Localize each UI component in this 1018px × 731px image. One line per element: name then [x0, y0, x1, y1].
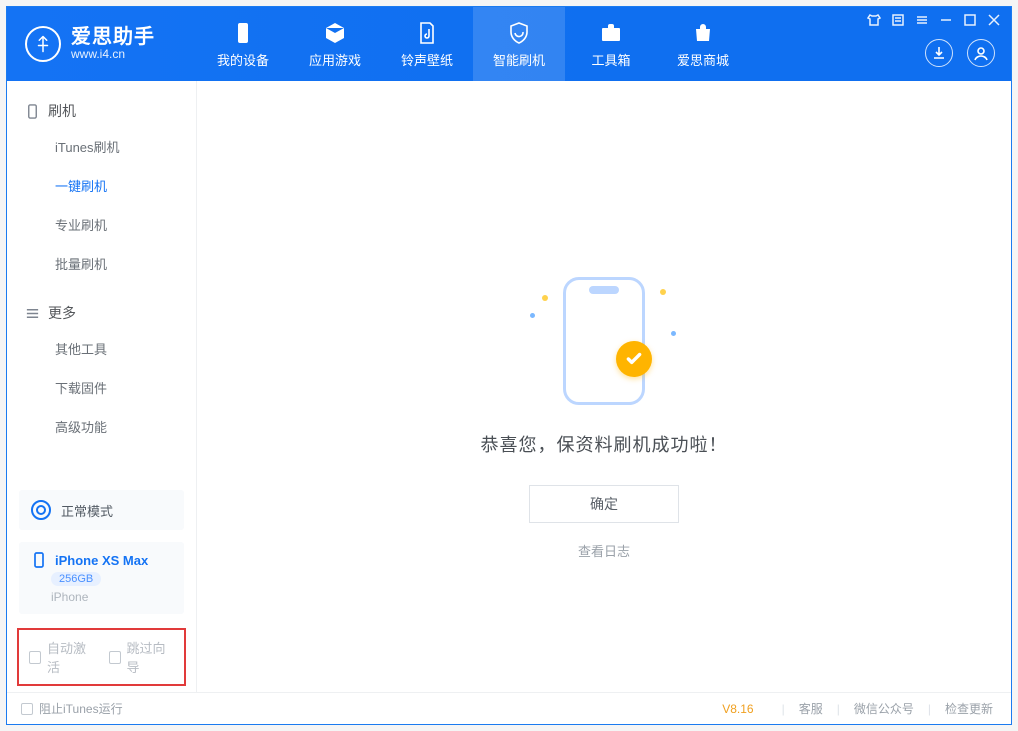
- logo-icon: [25, 26, 61, 62]
- sidebar-item-pro-flash[interactable]: 专业刷机: [7, 205, 196, 244]
- sidebar-section-more: 更多 其他工具 下载固件 高级功能: [7, 283, 196, 446]
- wechat-link[interactable]: 微信公众号: [850, 700, 918, 717]
- auto-activate-checkbox[interactable]: 自动激活: [29, 638, 95, 676]
- tab-label: 工具箱: [591, 50, 630, 69]
- download-button[interactable]: [925, 39, 953, 67]
- menu-icon[interactable]: [915, 13, 929, 27]
- checkbox-label: 跳过向导: [127, 638, 174, 676]
- sidebar-item-batch-flash[interactable]: 批量刷机: [7, 244, 196, 283]
- check-update-link[interactable]: 检查更新: [941, 700, 997, 717]
- device-icon: [25, 104, 40, 119]
- tab-store[interactable]: 爱思商城: [657, 7, 749, 81]
- skip-guide-input[interactable]: [109, 651, 121, 664]
- header-actions: [925, 39, 1001, 67]
- sidebar-head-label: 更多: [48, 303, 76, 323]
- block-itunes-input[interactable]: [21, 703, 33, 715]
- header-right: [867, 7, 1011, 81]
- sidebar-item-advanced[interactable]: 高级功能: [7, 407, 196, 446]
- success-message: 恭喜您，保资料刷机成功啦！: [481, 431, 728, 457]
- phone-icon: [230, 20, 256, 46]
- nav-tabs: 我的设备 应用游戏 铃声壁纸 智能刷机 工具箱 爱思商城: [197, 7, 749, 81]
- app-name: 爱思助手: [71, 26, 155, 48]
- device-capacity: 256GB: [51, 572, 101, 586]
- tab-label: 铃声壁纸: [401, 50, 453, 69]
- phone-small-icon: [31, 552, 47, 568]
- cube-icon: [322, 20, 348, 46]
- app-window: 爱思助手 www.i4.cn 我的设备 应用游戏 铃声壁纸 智能刷机: [6, 6, 1012, 725]
- sidebar-head-label: 刷机: [48, 101, 76, 121]
- list-icon: [25, 306, 40, 321]
- minimize-button[interactable]: [939, 13, 953, 27]
- sidebar-section-flash: 刷机 iTunes刷机 一键刷机 专业刷机 批量刷机: [7, 81, 196, 283]
- checkbox-label: 阻止iTunes运行: [39, 700, 123, 717]
- logo-text: 爱思助手 www.i4.cn: [71, 26, 155, 61]
- tab-label: 应用游戏: [309, 50, 361, 69]
- bag-icon: [690, 20, 716, 46]
- confirm-button[interactable]: 确定: [529, 485, 679, 523]
- shirt-icon[interactable]: [867, 13, 881, 27]
- sidebar: 刷机 iTunes刷机 一键刷机 专业刷机 批量刷机 更多 其他工具 下载固件: [7, 81, 197, 692]
- tab-label: 我的设备: [217, 50, 269, 69]
- window-controls: [867, 13, 1001, 27]
- sidebar-item-itunes-flash[interactable]: iTunes刷机: [7, 127, 196, 166]
- account-button[interactable]: [967, 39, 995, 67]
- mode-icon: [31, 500, 51, 520]
- app-url: www.i4.cn: [71, 48, 155, 61]
- view-log-link[interactable]: 查看日志: [578, 541, 630, 560]
- tab-label: 智能刷机: [493, 50, 545, 69]
- main-pane: 恭喜您，保资料刷机成功啦！ 确定 查看日志: [197, 81, 1011, 692]
- tab-smart-flash[interactable]: 智能刷机: [473, 7, 565, 81]
- checkbox-label: 自动激活: [47, 638, 94, 676]
- options-highlight: 自动激活 跳过向导: [17, 628, 186, 686]
- status-bar: 阻止iTunes运行 V8.16 | 客服 | 微信公众号 | 检查更新: [7, 692, 1011, 724]
- shield-refresh-icon: [506, 20, 532, 46]
- logo-block: 爱思助手 www.i4.cn: [7, 7, 197, 81]
- body: 刷机 iTunes刷机 一键刷机 专业刷机 批量刷机 更多 其他工具 下载固件: [7, 81, 1011, 692]
- block-itunes-checkbox[interactable]: 阻止iTunes运行: [21, 700, 123, 717]
- tab-apps[interactable]: 应用游戏: [289, 7, 381, 81]
- tab-media[interactable]: 铃声壁纸: [381, 7, 473, 81]
- version-label: V8.16: [722, 702, 753, 716]
- briefcase-icon: [598, 20, 624, 46]
- sidebar-head-more: 更多: [7, 303, 196, 329]
- music-file-icon: [414, 20, 440, 46]
- check-icon: [616, 341, 652, 377]
- maximize-button[interactable]: [963, 13, 977, 27]
- note-icon[interactable]: [891, 13, 905, 27]
- tab-my-device[interactable]: 我的设备: [197, 7, 289, 81]
- sidebar-head-flash: 刷机: [7, 101, 196, 127]
- sidebar-item-firmware[interactable]: 下载固件: [7, 368, 196, 407]
- close-button[interactable]: [987, 13, 1001, 27]
- success-illustration: [514, 271, 694, 411]
- tab-label: 爱思商城: [677, 50, 729, 69]
- auto-activate-input[interactable]: [29, 651, 41, 664]
- mode-label: 正常模式: [61, 501, 113, 520]
- sidebar-item-other-tools[interactable]: 其他工具: [7, 329, 196, 368]
- header: 爱思助手 www.i4.cn 我的设备 应用游戏 铃声壁纸 智能刷机: [7, 7, 1011, 81]
- device-card[interactable]: iPhone XS Max 256GB iPhone: [19, 542, 184, 614]
- device-name: iPhone XS Max: [55, 553, 148, 568]
- skip-guide-checkbox[interactable]: 跳过向导: [109, 638, 175, 676]
- sidebar-item-oneclick-flash[interactable]: 一键刷机: [7, 166, 196, 205]
- tab-toolbox[interactable]: 工具箱: [565, 7, 657, 81]
- mode-card[interactable]: 正常模式: [19, 490, 184, 530]
- support-link[interactable]: 客服: [795, 700, 827, 717]
- device-type: iPhone: [51, 590, 88, 604]
